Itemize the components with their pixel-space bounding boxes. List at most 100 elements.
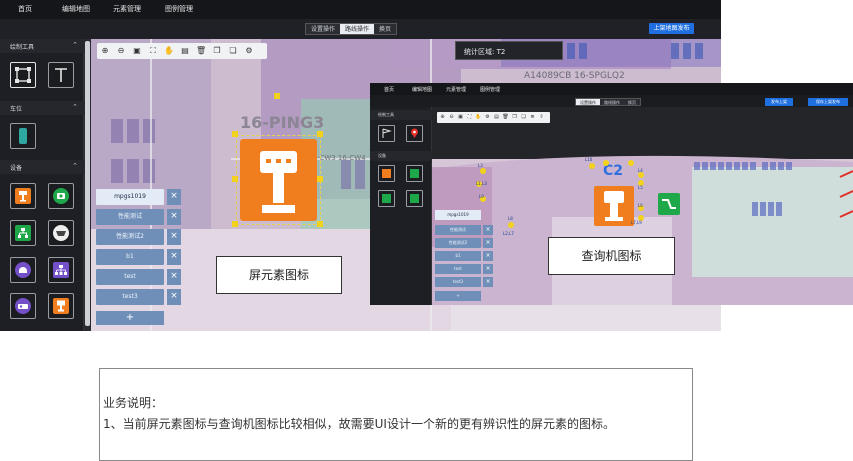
resize-handle[interactable] [232,221,238,227]
kiosk-element-icon[interactable] [594,186,634,226]
close-icon[interactable]: × [483,238,493,248]
resize-handle[interactable] [317,221,323,227]
delete-icon[interactable]: 🗑 [196,46,206,56]
fit-view-icon[interactable]: ▣ [132,46,142,56]
kiosk-device-tool[interactable] [48,293,74,319]
panel-device-tool[interactable] [406,190,423,207]
guide-device-tool[interactable] [378,190,395,207]
fullscreen-icon[interactable]: ⛶ [148,46,158,56]
tab-route[interactable]: 路线操作 [340,24,375,34]
list-item[interactable]: test3 [96,289,164,305]
close-icon[interactable]: × [167,249,181,265]
chevron-up-icon[interactable]: ⌃ [72,41,78,49]
pan-hand-icon[interactable]: ✋ [475,114,482,121]
close-icon[interactable]: × [483,225,493,235]
text-tool[interactable] [48,62,74,88]
list-item[interactable]: 性能测试 [435,225,481,235]
list-item[interactable]: mpgs1019 [96,189,164,205]
paste-icon[interactable]: ❏ [228,46,238,56]
fullscreen-icon[interactable]: ⛶ [466,114,473,121]
tab-settings[interactable]: 设置操作 [576,99,600,105]
chevron-up-icon[interactable]: ⌃ [72,103,78,111]
dome-device-tool[interactable] [10,257,36,283]
list-item[interactable]: test3 [435,277,481,287]
section-draw-tools[interactable]: 绘制工具 [370,110,432,120]
rotate-handle[interactable] [274,93,280,99]
export-icon[interactable]: ⇪ [538,114,545,121]
parking-slot-tool[interactable] [10,123,36,149]
nav-edit-map[interactable]: 编辑地图 [62,4,90,14]
tab-page[interactable]: 换页 [624,99,640,105]
tab-settings[interactable]: 设置操作 [306,24,341,34]
section-draw-tools[interactable]: 绘制工具 ⌃ [0,39,84,53]
location-tool[interactable] [406,125,423,142]
chevron-up-icon[interactable]: ⌃ [72,162,78,170]
rectangle-select-tool[interactable] [10,62,36,88]
copy-icon[interactable]: ❐ [511,114,518,121]
flag-tool[interactable] [378,125,395,142]
scrollbar-thumb[interactable] [85,41,90,326]
nav-home[interactable]: 首页 [384,86,394,93]
delete-icon[interactable]: 🗑 [502,114,509,121]
section-devices[interactable]: 设备 [370,151,432,161]
network-device-tool[interactable] [10,220,36,246]
zoom-out-icon[interactable]: ⊖ [448,114,455,121]
publish-button[interactable]: 上架地图发布 [649,23,694,34]
close-icon[interactable]: × [167,189,181,205]
waypoint-dot[interactable] [508,222,514,228]
add-floor-button[interactable]: + [96,311,164,325]
nav-element-manage[interactable]: 元素管理 [113,4,141,14]
section-devices[interactable]: 设备 ⌃ [0,160,84,174]
section-zone[interactable]: 车位 ⌃ [0,101,84,115]
waypoint-dot[interactable] [589,163,595,169]
camera-device-tool[interactable] [48,183,74,209]
resize-handle[interactable] [317,176,323,182]
waypoint-dot[interactable] [603,160,609,166]
zoom-in-icon[interactable]: ⊕ [439,114,446,121]
close-icon[interactable]: × [483,251,493,261]
save-publish-button[interactable]: 保存上架发布 [808,98,848,106]
settings-icon[interactable]: ⚙ [244,46,254,56]
list-item[interactable]: 性能测试 [96,209,164,225]
resize-handle[interactable] [232,176,238,182]
close-icon[interactable]: × [483,277,493,287]
screen-device-tool[interactable] [10,183,36,209]
resize-handle[interactable] [317,131,323,137]
add-floor-button[interactable]: + [435,291,481,301]
close-icon[interactable]: × [167,229,181,245]
list-item[interactable]: b1 [96,249,164,265]
topology-device-tool[interactable] [48,257,74,283]
screen-element-icon[interactable] [240,139,317,221]
close-icon[interactable]: × [167,269,181,285]
tab-page[interactable]: 换页 [374,24,397,34]
close-icon[interactable]: × [167,289,181,305]
list-item[interactable]: 性能测试2 [96,229,164,245]
route-device-tool[interactable] [406,165,423,182]
layers-icon[interactable]: ≣ [529,114,536,121]
paste-icon[interactable]: ❏ [520,114,527,121]
nav-home[interactable]: 首页 [18,4,32,14]
projector-device-tool[interactable] [10,293,36,319]
waypoint-dot[interactable] [480,168,486,174]
list-item[interactable]: 性能测试2 [435,238,481,248]
close-icon[interactable]: × [483,264,493,274]
route-element-icon[interactable] [658,193,680,215]
list-item[interactable]: b1 [435,251,481,261]
list-item[interactable]: test [435,264,481,274]
resize-handle[interactable] [232,131,238,137]
screen-device-tool[interactable] [378,165,395,182]
close-icon[interactable]: × [167,209,181,225]
waypoint-dot[interactable] [628,160,634,166]
nav-element-manage[interactable]: 元素管理 [446,86,466,93]
save-icon[interactable]: ▤ [180,46,190,56]
zoom-in-icon[interactable]: ⊕ [100,46,110,56]
nav-legend-manage[interactable]: 图例管理 [480,86,500,93]
list-item[interactable]: mpgs1019 [435,210,481,220]
save-icon[interactable]: ▤ [493,114,500,121]
fit-view-icon[interactable]: ▣ [457,114,464,121]
pan-hand-icon[interactable]: ✋ [164,46,174,56]
list-item[interactable]: test [96,269,164,285]
publish-button[interactable]: 发布上架 [765,98,793,106]
tab-route[interactable]: 路线操作 [600,99,624,105]
settings-icon[interactable]: ⚙ [484,114,491,121]
